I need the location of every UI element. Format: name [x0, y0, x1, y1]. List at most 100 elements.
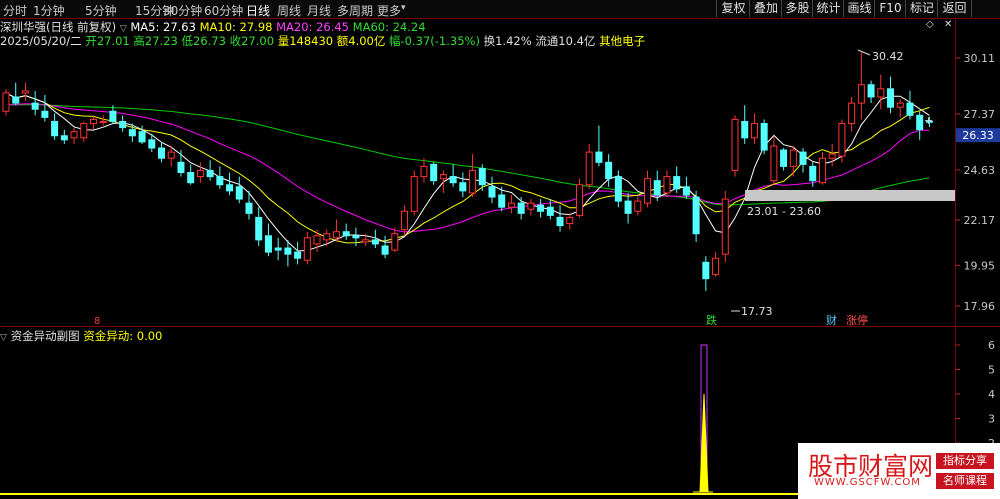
y-tick-label: 19.95 — [964, 259, 996, 272]
candle-body — [70, 131, 78, 139]
candle-body — [332, 231, 340, 239]
candle-body — [21, 90, 29, 94]
low-label: 17.73 — [741, 305, 773, 318]
candle-body — [187, 172, 195, 184]
candle-body — [226, 184, 234, 192]
candle-body — [517, 202, 525, 214]
watermark-tag-1: 指标分享 — [936, 453, 994, 469]
candle-body — [99, 120, 107, 123]
y-tick-label: 17.96 — [964, 300, 996, 313]
candle-body — [828, 153, 836, 159]
candle-body — [89, 118, 97, 125]
tag-limit-up: 涨停 — [846, 313, 868, 327]
y-tick-label: 27.37 — [964, 108, 996, 121]
y-tick-label: 30.11 — [964, 52, 996, 65]
tag-drop: 跌 — [706, 313, 717, 327]
candle-body — [459, 182, 467, 192]
candle-body — [906, 102, 914, 116]
candle-body — [410, 176, 418, 212]
candle-body — [537, 204, 545, 212]
candle-body — [12, 96, 20, 104]
high-label: 30.42 — [872, 50, 904, 63]
candle-body — [31, 102, 39, 110]
candle-body — [721, 198, 729, 255]
marker-first: 8 — [94, 316, 100, 327]
candle-body — [245, 202, 253, 214]
ma5-line — [5, 92, 930, 252]
candle-body — [789, 149, 797, 167]
candle-body — [381, 245, 389, 255]
candle-body — [702, 261, 710, 280]
candle-body — [585, 151, 593, 186]
candle-body — [323, 233, 331, 241]
candle-body — [507, 202, 515, 208]
candle-body — [138, 131, 146, 143]
y-tick-label: 22.17 — [964, 214, 996, 227]
candle-body — [896, 102, 904, 108]
candle-body — [566, 216, 574, 225]
candle-body — [605, 161, 613, 180]
yellow-spike — [693, 393, 713, 493]
candle-body — [595, 151, 603, 163]
candle-body — [255, 216, 263, 241]
candle-body — [478, 167, 486, 186]
candle-body — [634, 200, 642, 212]
candle-body — [644, 178, 652, 204]
candle-body — [760, 123, 768, 151]
sub-y-tick-label: 5 — [988, 364, 995, 377]
candle-body — [303, 237, 311, 261]
candle-body — [196, 169, 204, 178]
range-band — [745, 190, 955, 201]
watermark-tag-2: 名师课程 — [936, 473, 994, 489]
candle-body — [264, 235, 272, 253]
candle-body — [294, 251, 302, 259]
current-price-label: 26.33 — [962, 129, 994, 142]
candle-body — [488, 186, 496, 198]
candle-body — [60, 135, 68, 141]
candle-body — [216, 176, 224, 186]
candle-body — [663, 176, 671, 194]
ma10-line — [5, 92, 930, 244]
candle-body — [401, 210, 409, 231]
watermark: 股市财富网 WWW.GSCFW.COM 指标分享 名师课程 — [798, 443, 1000, 499]
candle-body — [614, 176, 622, 202]
sub-panel-header: ▽ 资金异动副图 资金异动: 0.00 — [0, 328, 162, 343]
candle-body — [780, 149, 788, 167]
candle-body — [430, 163, 438, 182]
candle-body — [128, 129, 136, 137]
chevron-down-icon[interactable]: ▽ — [0, 333, 7, 343]
candle-body — [624, 200, 632, 214]
candle-body — [362, 239, 370, 243]
candle-body — [371, 239, 379, 245]
high-arrow — [857, 49, 871, 56]
candlestick-chart[interactable]: 30.11 27.37 24.63 22.17 19.95 17.96 26.33 6 5 4 3… — [0, 0, 1000, 499]
candle-body — [391, 233, 399, 251]
candle-body — [439, 174, 447, 180]
candle-body — [420, 165, 428, 178]
candle-body — [313, 235, 321, 245]
candle-body — [2, 92, 10, 112]
candle-body — [119, 120, 127, 129]
watermark-url: WWW.GSCFW.COM — [814, 477, 921, 488]
sub-y-tick-label: 6 — [988, 339, 995, 352]
candle-body — [109, 110, 117, 122]
candle-body — [167, 151, 175, 159]
candle-body — [809, 165, 817, 182]
candle-body — [284, 247, 292, 255]
range-label: 23.01 - 23.60 — [747, 205, 821, 218]
candle-body — [838, 123, 846, 157]
candle-body — [352, 235, 360, 239]
candle-body — [235, 186, 243, 200]
candle-body — [799, 151, 807, 165]
candle-body — [206, 169, 214, 178]
candle-body — [158, 147, 166, 159]
candle-body — [887, 88, 895, 108]
candle-body — [498, 194, 506, 208]
candle-body — [41, 110, 49, 118]
candle-body — [449, 176, 457, 184]
candle-body — [653, 180, 661, 196]
sub-y-tick-label: 4 — [988, 388, 995, 401]
sub-panel-title: 资金异动副图 — [10, 329, 80, 343]
candle-body — [682, 186, 690, 196]
candle-body — [750, 123, 758, 139]
